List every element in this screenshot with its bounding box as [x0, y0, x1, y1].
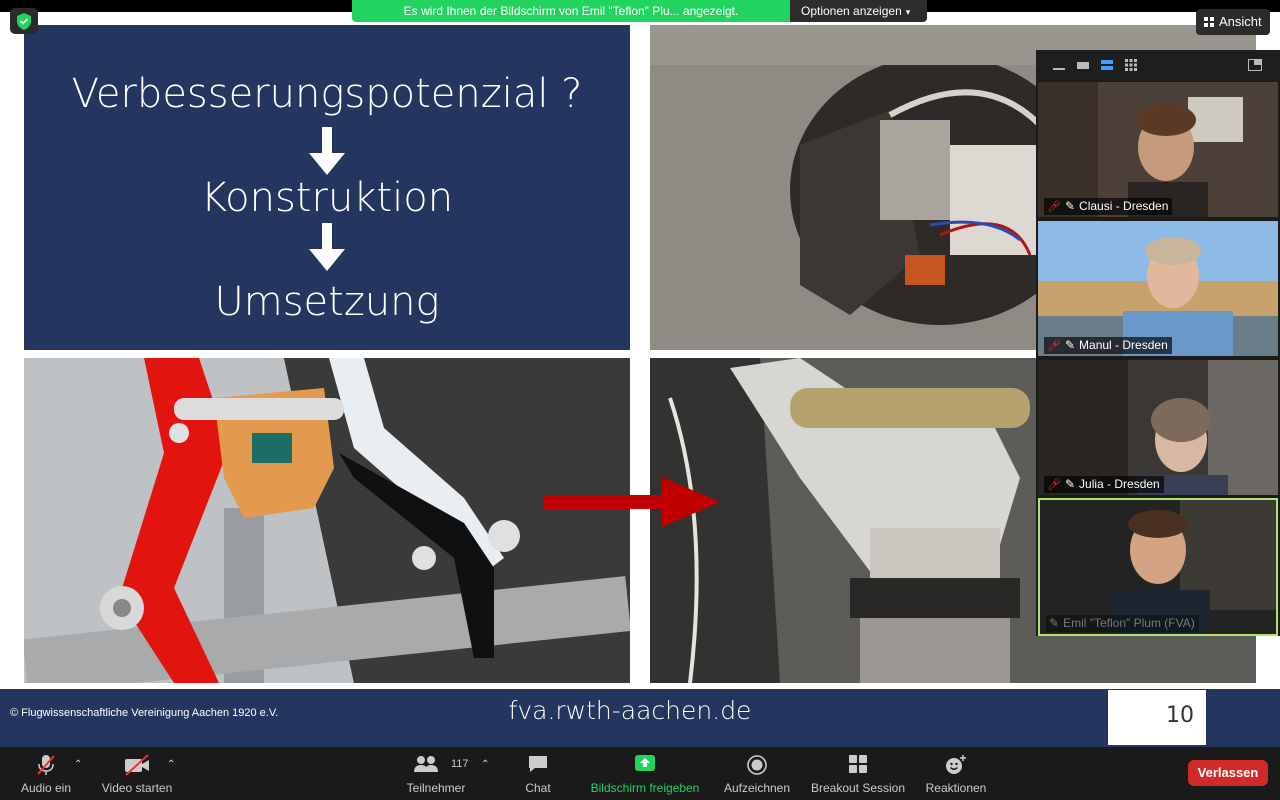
participant-video: [1038, 221, 1278, 356]
gallery-grid-icon[interactable]: [1124, 59, 1138, 71]
zoom-meeting-window: Verbesserungspotenzial ? Konstruktion Um…: [0, 0, 1280, 800]
participants-button-label: Teilnehmer: [406, 781, 466, 795]
minimize-icon[interactable]: [1052, 59, 1066, 71]
participant-video: [1040, 500, 1276, 634]
participant-name-tag: 🎤︎ ✎ Manul - Dresden: [1044, 337, 1172, 354]
transition-arrow-icon: [544, 477, 720, 527]
reactions-smiley-icon: [946, 755, 966, 774]
speaker-list-icon[interactable]: [1100, 59, 1114, 71]
participant-name-tag: 🎤︎ ✎ Julia - Dresden: [1044, 476, 1164, 493]
share-options-button[interactable]: Optionen anzeigen ▾: [790, 0, 927, 22]
pin-icon: ✎: [1049, 616, 1060, 630]
gallery-toolbar: [1036, 50, 1280, 80]
exit-fullscreen-icon[interactable]: [1248, 59, 1262, 71]
slide-page-box: 10: [1108, 690, 1206, 745]
cad-render-image: [24, 358, 630, 683]
meeting-toolbar: Audio ein ⌃ Video starten ⌃ 117 Teilnehm…: [0, 747, 1280, 800]
participant-video: [1038, 82, 1278, 217]
down-arrow-icon: [309, 223, 345, 271]
record-button-label: Aufzeichnen: [723, 781, 791, 795]
breakout-grid-icon: [849, 755, 867, 773]
participants-options-chevron-icon[interactable]: ⌃: [481, 759, 489, 770]
participant-tile[interactable]: 🎤︎ ✎ Julia - Dresden: [1038, 360, 1278, 495]
security-shield-button[interactable]: [10, 8, 38, 34]
leave-meeting-button[interactable]: Verlassen: [1188, 760, 1268, 786]
participant-tile[interactable]: 🎤︎ ✎ Manul - Dresden: [1038, 221, 1278, 356]
grid-view-icon: [1204, 17, 1214, 27]
video-off-icon: [125, 754, 149, 776]
record-button[interactable]: Aufzeichnen: [718, 747, 796, 800]
pin-icon: ✎: [1064, 477, 1076, 491]
chat-button-label: Chat: [525, 781, 551, 795]
reactions-button[interactable]: Reaktionen: [920, 747, 992, 800]
pin-icon: ✎: [1064, 338, 1076, 352]
shield-icon: [17, 13, 31, 30]
slide-copyright: © Flugwissenschaftliche Vereinigung Aach…: [10, 707, 279, 719]
participant-name-tag: 🎤︎ ✎ Clausi - Dresden: [1044, 198, 1173, 215]
speaker-strip-icon[interactable]: [1076, 59, 1090, 71]
audio-options-chevron-icon[interactable]: ⌃: [74, 759, 82, 770]
slide-line-construction: Konstruktion: [200, 175, 454, 221]
participant-name: Manul - Dresden: [1079, 338, 1168, 352]
slide-page-number: 10: [1166, 703, 1194, 728]
share-screen-button[interactable]: Bildschirm freigeben: [584, 747, 706, 800]
video-options-chevron-icon[interactable]: ⌃: [167, 759, 175, 770]
muted-mic-icon: [37, 755, 55, 775]
participant-name: Julia - Dresden: [1079, 477, 1160, 491]
participant-video: [1038, 360, 1278, 495]
participants-count: 117: [451, 758, 469, 770]
share-screen-button-label: Bildschirm freigeben: [590, 781, 700, 795]
video-button-label: Video starten: [101, 781, 173, 795]
participant-name: Clausi - Dresden: [1079, 199, 1169, 213]
participants-icon: [413, 756, 438, 772]
reactions-button-label: Reaktionen: [925, 781, 987, 795]
slide-url: fva.rwth-aachen.de: [508, 696, 752, 725]
audio-button[interactable]: Audio ein: [14, 747, 78, 800]
participants-button[interactable]: 117 Teilnehmer: [400, 747, 472, 800]
slide-text-panel: Verbesserungspotenzial ? Konstruktion Um…: [24, 25, 630, 350]
participant-name: Emil "Teflon" Plum (FVA): [1063, 616, 1195, 630]
share-options-label: Optionen anzeigen: [801, 4, 902, 18]
muted-mic-icon: 🎤︎: [1047, 479, 1061, 491]
view-button-label: Ansicht: [1219, 14, 1262, 29]
chevron-down-icon: ▾: [905, 7, 911, 17]
audio-button-label: Audio ein: [20, 781, 72, 795]
muted-mic-icon: 🎤︎: [1047, 340, 1061, 352]
chat-button[interactable]: Chat: [514, 747, 562, 800]
video-gallery-panel: 🎤︎ ✎ Clausi - Dresden 🎤︎ ✎ Manul - Dresden: [1036, 50, 1280, 636]
slide-line-implementation: Umsetzung: [214, 279, 440, 325]
down-arrow-icon: [309, 127, 345, 175]
share-screen-icon: [635, 755, 655, 771]
view-button[interactable]: Ansicht: [1196, 9, 1270, 35]
breakout-session-button[interactable]: Breakout Session: [806, 747, 910, 800]
participant-tile[interactable]: 🎤︎ ✎ Clausi - Dresden: [1038, 82, 1278, 217]
chat-icon: [529, 756, 547, 772]
screen-share-banner: Es wird Ihnen der Bildschirm von Emil "T…: [352, 0, 790, 22]
breakout-session-button-label: Breakout Session: [810, 781, 906, 795]
video-button[interactable]: Video starten: [96, 747, 178, 800]
slide-line-improvement: Verbesserungspotenzial ?: [71, 71, 583, 117]
record-icon: [747, 755, 767, 775]
pin-icon: ✎: [1064, 199, 1076, 213]
participant-name-tag: ✎ Emil "Teflon" Plum (FVA): [1046, 615, 1199, 632]
muted-mic-icon: 🎤︎: [1047, 201, 1061, 213]
active-speaker-tile[interactable]: ✎ Emil "Teflon" Plum (FVA): [1038, 498, 1278, 636]
